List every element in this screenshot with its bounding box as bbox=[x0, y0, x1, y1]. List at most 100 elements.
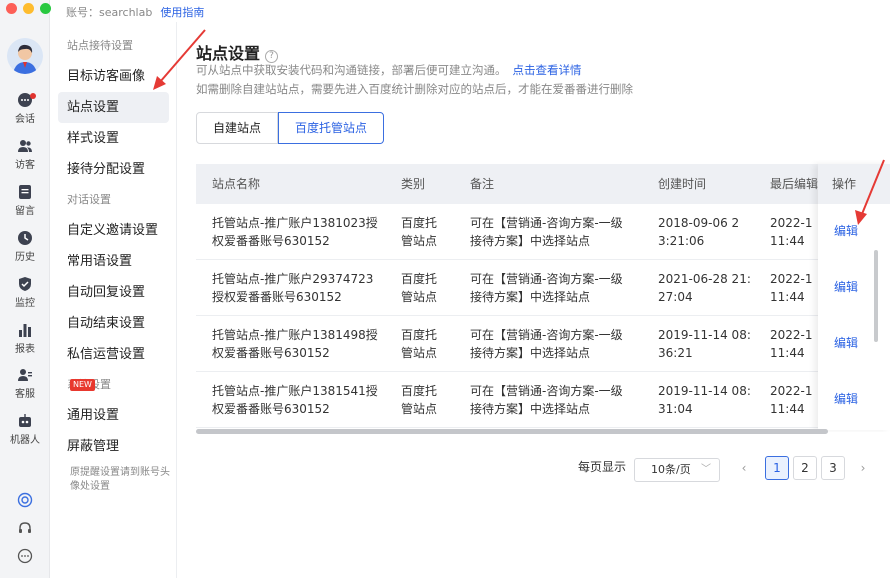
site-name-cell: 托管站点-推广账户1381541授 权爱番番账号630152 bbox=[212, 382, 378, 418]
rail-label: 报表 bbox=[15, 344, 35, 355]
remark-cell: 可在【营销通-咨询方案-一级 接待方案】中选择站点 bbox=[470, 382, 623, 418]
edit-link[interactable]: 编辑 bbox=[834, 278, 858, 295]
chevron-down-icon: ﹀ bbox=[701, 464, 711, 475]
avatar[interactable] bbox=[7, 38, 43, 74]
horizontal-scrollbar[interactable] bbox=[196, 429, 828, 434]
robot-icon bbox=[19, 414, 31, 427]
type-cell: 百度托 管站点 bbox=[401, 270, 437, 306]
site-name-cell: 托管站点-推广账户1381023授 权爱番番账号630152 bbox=[212, 214, 378, 250]
table-row: 托管站点-推广账户29374723 授权爱番番账号630152 百度托管站点 可在… bbox=[196, 260, 890, 316]
remark-line: 可在【营销通-咨询方案-一级 bbox=[470, 216, 623, 230]
menu-item-block[interactable]: 屏蔽管理 bbox=[58, 431, 169, 462]
message-icon bbox=[19, 185, 31, 199]
user-guide-link[interactable]: 使用指南 bbox=[160, 6, 204, 19]
rail-label: 机器人 bbox=[10, 435, 40, 446]
menu-item-visitor-profile[interactable]: 目标访客画像 bbox=[58, 61, 169, 92]
last-edit-line: 11:44 bbox=[770, 402, 805, 416]
target-button[interactable] bbox=[0, 492, 50, 512]
rail-item-chat[interactable]: 会话 bbox=[0, 92, 50, 125]
per-page-value: 10条/页 bbox=[651, 463, 691, 476]
tab-baidu-hosted[interactable]: 百度托管站点 bbox=[278, 112, 385, 144]
created-line: 2021-06-28 21: bbox=[658, 272, 751, 286]
report-icon bbox=[19, 324, 31, 337]
page-2-button[interactable]: 2 bbox=[793, 456, 817, 480]
last-edit-cell: 2022-1 11:44 bbox=[770, 382, 813, 418]
created-cell: 2019-11-14 08: 31:04 bbox=[658, 382, 751, 418]
menu-item-private-msg[interactable]: 私信运营设置 NEW bbox=[58, 339, 169, 391]
account-bar: 账号：searchlab 使用指南 bbox=[66, 4, 204, 20]
agent-icon bbox=[18, 369, 32, 381]
col-last-edit: 最后编辑 bbox=[770, 177, 819, 191]
view-details-link[interactable]: 点击查看详情 bbox=[513, 63, 582, 77]
new-badge: NEW bbox=[70, 379, 95, 391]
rail-label: 会话 bbox=[15, 114, 35, 125]
col-remark: 备注 bbox=[470, 177, 495, 191]
rail-label: 客服 bbox=[15, 389, 35, 400]
menu-item-custom-invite[interactable]: 自定义邀请设置 bbox=[58, 215, 169, 246]
type-line: 百度托 bbox=[401, 328, 438, 342]
site-name-cell: 托管站点-推广账户29374723 授权爱番番账号630152 bbox=[212, 270, 373, 306]
vertical-scrollbar[interactable] bbox=[874, 250, 878, 342]
page-title: 站点设置? bbox=[196, 40, 279, 64]
remark-line: 接待方案】中选择站点 bbox=[470, 346, 591, 360]
rail-label: 留言 bbox=[15, 206, 35, 217]
edit-link[interactable]: 编辑 bbox=[834, 390, 858, 407]
maximize-window-button[interactable] bbox=[40, 3, 51, 14]
edit-link[interactable]: 编辑 bbox=[834, 222, 858, 239]
more-button[interactable] bbox=[0, 548, 50, 568]
more-icon bbox=[17, 548, 33, 564]
last-edit-line: 2022-1 bbox=[770, 328, 813, 342]
minimize-window-button[interactable] bbox=[23, 3, 34, 14]
menu-item-general[interactable]: 通用设置 bbox=[58, 400, 169, 431]
created-line: 3:21:06 bbox=[658, 234, 705, 248]
site-name-line: 权爱番番账号630152 bbox=[212, 346, 330, 360]
tab-self-built[interactable]: 自建站点 bbox=[196, 112, 279, 144]
created-line: 2019-11-14 08: bbox=[658, 328, 751, 342]
type-cell: 百度托 管站点 bbox=[401, 382, 437, 418]
menu-item-style-settings[interactable]: 样式设置 bbox=[58, 123, 169, 154]
description-text: 可从站点中获取安装代码和沟通链接，部署后便可建立沟通。 bbox=[196, 63, 507, 77]
page-3-button[interactable]: 3 bbox=[821, 456, 845, 480]
type-line: 管站点 bbox=[401, 290, 438, 304]
app-window: 会话 访客 留言 历史 监控 报表 客服 机器人 账号：searchlab 使用… bbox=[0, 0, 892, 578]
menu-item-auto-reply[interactable]: 自动回复设置 bbox=[58, 277, 169, 308]
col-name: 站点名称 bbox=[212, 177, 261, 191]
table-row: 托管站点-推广账户1381498授 权爱番番账号630152 百度托 管站点 可在【… bbox=[196, 316, 890, 372]
last-edit-cell: 2022-1 11:44 bbox=[770, 326, 813, 362]
menu-item-auto-end[interactable]: 自动结束设置 bbox=[58, 308, 169, 339]
created-line: 31:04 bbox=[658, 402, 693, 416]
rail-item-monitor[interactable]: 监控 bbox=[0, 276, 50, 309]
main-content: 站点设置? 可从站点中获取安装代码和沟通链接，部署后便可建立沟通。 点击查看详情 … bbox=[178, 22, 892, 578]
rail-item-agent[interactable]: 客服 bbox=[0, 367, 50, 400]
col-created: 创建时间 bbox=[658, 177, 707, 191]
per-page-select[interactable]: 10条/页 ﹀ bbox=[634, 458, 720, 482]
rail-item-messages[interactable]: 留言 bbox=[0, 184, 50, 217]
rail-label: 访客 bbox=[15, 160, 35, 171]
menu-item-site-settings[interactable]: 站点设置 bbox=[58, 92, 169, 123]
created-line: 27:04 bbox=[658, 290, 693, 304]
account-label: 账号：searchlab bbox=[66, 6, 153, 19]
rail-item-visitors[interactable]: 访客 bbox=[0, 138, 50, 171]
close-window-button[interactable] bbox=[6, 3, 17, 14]
prev-page-button[interactable]: ‹ bbox=[734, 456, 754, 480]
created-line: 36:21 bbox=[658, 346, 693, 360]
unread-dot bbox=[30, 93, 36, 99]
type-line: 百度托 bbox=[401, 384, 438, 398]
site-name-line: 托管站点-推广账户1381498授 bbox=[212, 328, 378, 342]
remark-line: 可在【营销通-咨询方案-一级 bbox=[470, 384, 623, 398]
next-page-button[interactable]: › bbox=[853, 456, 873, 480]
page-1-button[interactable]: 1 bbox=[765, 456, 789, 480]
site-name-cell: 托管站点-推广账户1381498授 权爱番番账号630152 bbox=[212, 326, 378, 362]
type-cell: 百度托 管站点 bbox=[401, 326, 437, 362]
target-icon bbox=[17, 492, 33, 508]
created-cell: 2021-06-28 21: 27:04 bbox=[658, 270, 751, 306]
type-line: 百度托 bbox=[401, 272, 438, 286]
menu-item-common-phrases[interactable]: 常用语设置 bbox=[58, 246, 169, 277]
rail-item-report[interactable]: 报表 bbox=[0, 322, 50, 355]
menu-item-reception-assign[interactable]: 接待分配设置 bbox=[58, 154, 169, 185]
edit-link[interactable]: 编辑 bbox=[834, 334, 858, 351]
remark-line: 可在【营销通-咨询方案-一级 bbox=[470, 272, 623, 286]
rail-item-robot[interactable]: 机器人 bbox=[0, 413, 50, 446]
support-button[interactable] bbox=[0, 520, 50, 540]
rail-item-history[interactable]: 历史 bbox=[0, 230, 50, 263]
